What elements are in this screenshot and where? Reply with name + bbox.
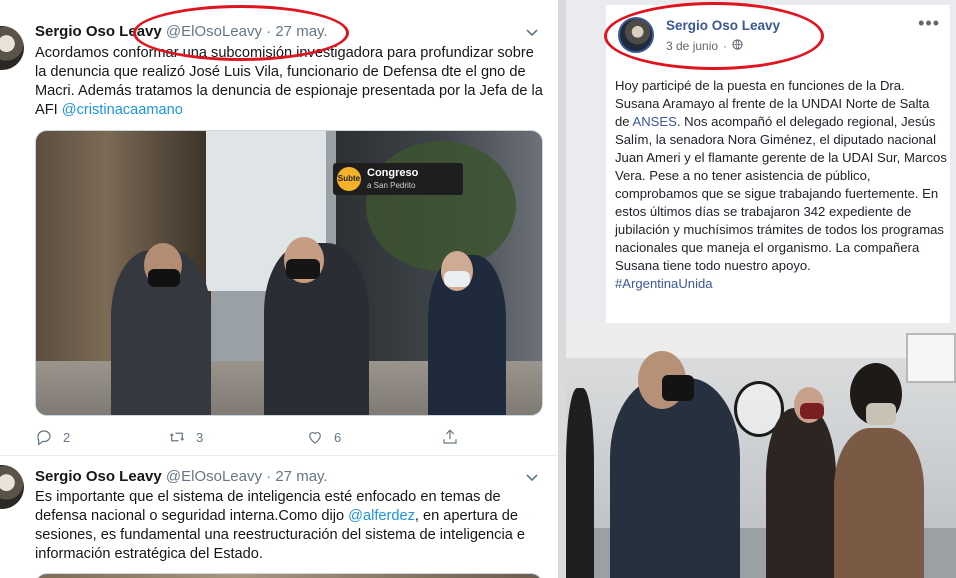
- column-divider: [558, 0, 566, 578]
- facebook-post: Sergio Oso Leavy 3 de junio · ••• Hoy pa…: [566, 0, 956, 578]
- subte-station: Congreso: [367, 167, 419, 179]
- photo-person: [566, 388, 594, 578]
- post-photo[interactable]: [566, 323, 956, 578]
- post-text: Hoy participé de la puesta en funciones …: [615, 77, 947, 293]
- author-name[interactable]: Sergio Oso Leavy: [35, 468, 162, 485]
- tweet-text: Es importante que el sistema de intelige…: [35, 488, 545, 564]
- reply-button[interactable]: 2: [35, 428, 70, 446]
- retweet-count: 3: [196, 429, 204, 445]
- annotation-ring: [604, 2, 824, 70]
- heart-icon: [309, 432, 321, 444]
- subte-logo: Subte: [337, 167, 361, 191]
- photo-face-mask: [866, 403, 896, 425]
- retweet-button[interactable]: 3: [168, 428, 203, 446]
- tweet-photo[interactable]: [35, 573, 543, 578]
- photo-window: [906, 333, 956, 383]
- retweet-icon: [169, 432, 185, 442]
- photo-face-mask: [800, 403, 824, 419]
- avatar[interactable]: [0, 26, 24, 70]
- subte-sign: Subte Congreso a San Pedrito: [333, 163, 463, 195]
- tweet-actions: 2 3 6: [35, 428, 495, 448]
- post-body-end: . Nos acompañó el delegado regional, Jes…: [615, 114, 947, 273]
- mention-link[interactable]: @cristinacaamano: [62, 102, 183, 118]
- annotation-ring: [133, 5, 349, 61]
- author-handle[interactable]: @ElOsoLeavy: [166, 468, 262, 485]
- photo-face-mask: [148, 269, 180, 287]
- separator-dot: ·: [266, 468, 272, 485]
- photo-person: [610, 378, 740, 578]
- like-count: 6: [334, 429, 342, 445]
- share-button[interactable]: [441, 428, 459, 446]
- chevron-down-icon[interactable]: [524, 24, 540, 40]
- mention-link[interactable]: @alferdez: [348, 508, 415, 524]
- photo-ceiling: [566, 323, 956, 358]
- hashtag-link[interactable]: #ArgentinaUnida: [615, 276, 713, 291]
- tweet[interactable]: Sergio Oso Leavy @ElOsoLeavy · 27 may. E…: [0, 457, 558, 578]
- more-options-icon[interactable]: •••: [918, 13, 940, 34]
- reply-count: 2: [63, 429, 71, 445]
- subte-direction: a San Pedrito: [367, 181, 416, 190]
- tweet-date[interactable]: 27 may.: [275, 468, 327, 485]
- tweet-header: Sergio Oso Leavy @ElOsoLeavy · 27 may.: [35, 468, 328, 485]
- photo-person: [834, 428, 924, 578]
- photo-person: [766, 408, 836, 578]
- twitter-timeline: Sergio Oso Leavy @ElOsoLeavy · 27 may. A…: [0, 0, 558, 578]
- photo-face-mask: [662, 375, 694, 401]
- photo-face-mask: [444, 271, 470, 287]
- share-icon: [443, 429, 457, 444]
- tweet-photo[interactable]: Subte Congreso a San Pedrito: [35, 130, 543, 416]
- anses-link[interactable]: ANSES: [632, 114, 676, 129]
- avatar[interactable]: [0, 465, 24, 509]
- chevron-down-icon[interactable]: [524, 469, 540, 485]
- photo-tree: [366, 141, 516, 271]
- reply-icon: [37, 430, 51, 446]
- photo-face-mask: [286, 259, 320, 279]
- like-button[interactable]: 6: [306, 428, 341, 446]
- tweet[interactable]: Sergio Oso Leavy @ElOsoLeavy · 27 may. A…: [0, 0, 558, 456]
